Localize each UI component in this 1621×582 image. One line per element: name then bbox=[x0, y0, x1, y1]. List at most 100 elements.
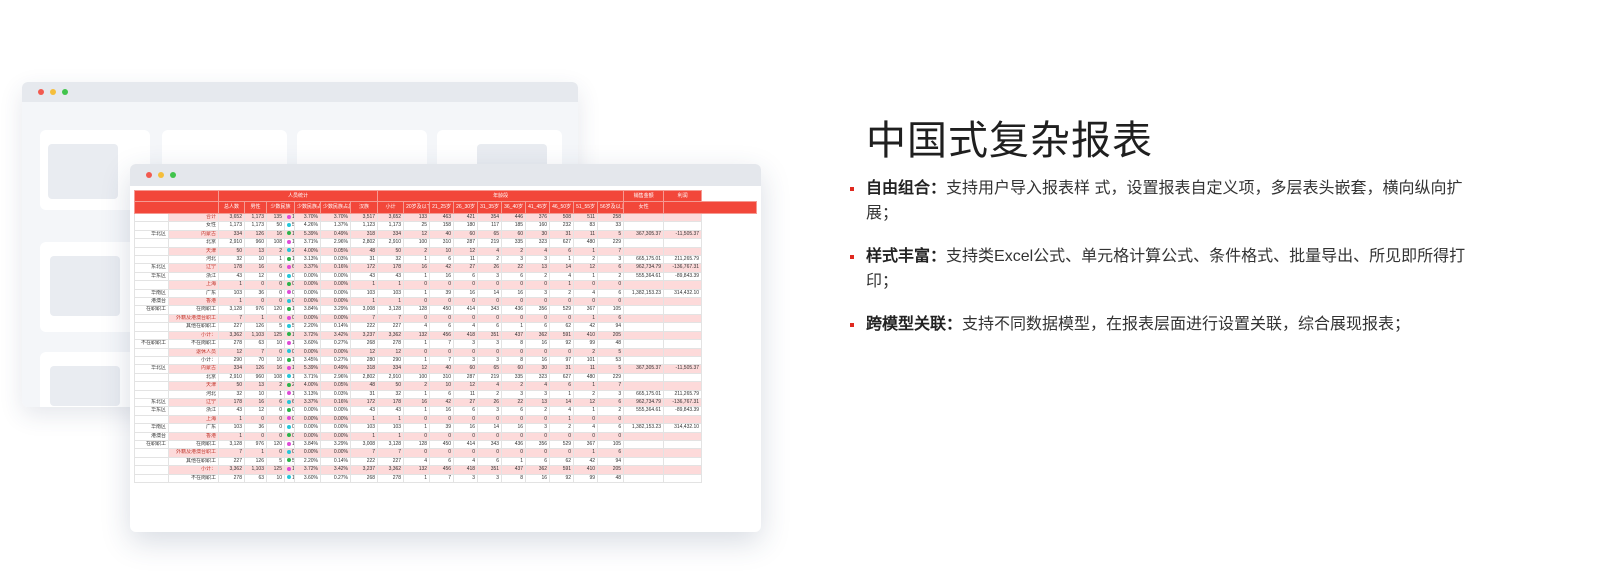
table-cell: -136,767.31 bbox=[663, 397, 703, 408]
column-header: 26_30岁 bbox=[453, 201, 479, 214]
indicator-dot-icon bbox=[287, 365, 291, 370]
indicator-dot-icon bbox=[287, 433, 291, 438]
table-cell: 1 bbox=[284, 389, 295, 399]
table-cell: 0 bbox=[284, 431, 295, 441]
table-cell bbox=[663, 322, 703, 332]
table-cell: 42 bbox=[573, 456, 599, 467]
table-cell: 627 bbox=[549, 372, 575, 383]
table-row: 女性1,1731,17350504.26%1.37%1,1231,1732515… bbox=[134, 221, 757, 231]
table-cell: 3 bbox=[453, 473, 479, 484]
row-label-cell: 广东 bbox=[168, 423, 219, 433]
indicator-dot-icon bbox=[287, 424, 291, 429]
table-cell: 367 bbox=[573, 439, 599, 450]
table-cell: 278 bbox=[377, 473, 405, 484]
table-cell: 0.49% bbox=[320, 229, 351, 240]
table-cell: 287 bbox=[453, 372, 479, 383]
feature-list: 自由组合：支持用户导入报表样 式，设置报表自定义项，多层表头嵌套，横向纵向扩展；… bbox=[850, 176, 1490, 355]
table-cell: 205 bbox=[597, 465, 625, 475]
table-cell: 450 bbox=[429, 439, 455, 450]
table-cell: 1.37% bbox=[320, 221, 351, 231]
table-row: 外籍及港澳台职工71000.00%0.00%77000000016 bbox=[134, 313, 757, 324]
row-label-cell: 外籍及港澳台职工 bbox=[168, 313, 219, 324]
table-cell: 1 bbox=[349, 280, 379, 290]
table-cell: 13 bbox=[525, 397, 551, 408]
region-cell bbox=[134, 465, 169, 475]
table-cell: 50 bbox=[284, 221, 295, 231]
table-cell: 976 bbox=[244, 305, 267, 315]
table-cell: 0.00% bbox=[320, 297, 351, 307]
table-row: 华南区广东10336000.00%0.00%103103139161416324… bbox=[134, 288, 757, 299]
table-cell: 5 bbox=[597, 347, 625, 357]
table-cell: 6 bbox=[266, 263, 285, 273]
table-cell: 0 bbox=[266, 423, 285, 433]
table-cell bbox=[663, 305, 703, 315]
table-cell: 2 bbox=[573, 389, 599, 399]
table-cell: 0.00% bbox=[294, 423, 321, 433]
column-header: 31_35岁 bbox=[477, 201, 503, 214]
table-cell: 50 bbox=[218, 381, 245, 391]
placeholder-card bbox=[40, 352, 140, 407]
table-cell bbox=[623, 212, 665, 223]
table-cell: 178 bbox=[218, 263, 245, 273]
row-label-cell: 上海 bbox=[168, 414, 219, 425]
header-sales: 销售金额 bbox=[623, 190, 665, 202]
bullet-icon bbox=[850, 323, 854, 327]
placeholder-image-icon bbox=[48, 144, 118, 199]
indicator-dot-icon bbox=[287, 441, 291, 446]
table-cell: 7 bbox=[349, 448, 379, 458]
table-cell: 3 bbox=[477, 355, 503, 366]
table-cell: 7 bbox=[349, 313, 379, 324]
indicator-dot-icon bbox=[287, 391, 291, 396]
bullet-icon bbox=[850, 255, 854, 259]
table-cell: 362 bbox=[525, 465, 551, 475]
report-scroll-area[interactable]: 人员统计 年龄段 销售金额 利润 总人数 男性 少数民族 少数民族占总人数比 少… bbox=[134, 190, 757, 532]
table-cell: 12 bbox=[403, 229, 431, 240]
table-cell: 0 bbox=[549, 431, 575, 441]
region-cell: 东北区 bbox=[134, 263, 169, 273]
table-cell: 1 bbox=[549, 280, 575, 290]
table-cell: 2 bbox=[573, 255, 599, 265]
table-cell bbox=[663, 339, 703, 349]
table-cell: 14 bbox=[549, 397, 575, 408]
table-cell: 1 bbox=[573, 381, 599, 391]
table-cell: 11 bbox=[453, 255, 479, 265]
table-cell: 42 bbox=[429, 397, 455, 408]
table-row: 北京2,9109601081083.71%2.96%2,8022,9101003… bbox=[134, 372, 757, 383]
table-cell: 5 bbox=[284, 322, 295, 332]
table-cell: 0 bbox=[597, 431, 625, 441]
table-cell: 5 bbox=[597, 364, 625, 374]
table-cell: 0 bbox=[477, 313, 503, 324]
region-cell bbox=[134, 381, 169, 391]
table-cell: 2 bbox=[477, 255, 503, 265]
table-cell: 446 bbox=[501, 212, 527, 223]
row-label-cell: 小计： bbox=[168, 355, 219, 366]
table-cell: 436 bbox=[501, 439, 527, 450]
table-cell: 2.96% bbox=[320, 238, 351, 248]
table-cell: 0 bbox=[477, 347, 503, 357]
table-cell: 511 bbox=[573, 212, 599, 223]
table-cell: 0 bbox=[429, 347, 455, 357]
table-cell: 0 bbox=[453, 448, 479, 458]
table-cell: 0 bbox=[429, 431, 455, 441]
column-header: 汉族 bbox=[349, 201, 379, 214]
table-cell: 0 bbox=[525, 448, 551, 458]
table-cell: 456 bbox=[429, 330, 455, 341]
table-cell bbox=[663, 246, 703, 257]
table-cell: 10 bbox=[284, 355, 295, 366]
table-cell bbox=[663, 238, 703, 248]
table-row: 港澳台香港10000.00%0.00%11000000000 bbox=[134, 431, 757, 441]
table-cell: 83 bbox=[573, 221, 599, 231]
table-cell: 555,364.61 bbox=[623, 406, 665, 416]
table-cell: 0 bbox=[597, 280, 625, 290]
table-cell: 4 bbox=[525, 381, 551, 391]
table-cell: 3 bbox=[525, 423, 551, 433]
table-cell: 1,103 bbox=[244, 465, 267, 475]
table-cell bbox=[663, 372, 703, 383]
table-cell: 3 bbox=[501, 255, 527, 265]
table-row: 在职职工在岗职工3,1289761201203.84%3.29%3,0083,1… bbox=[134, 439, 757, 450]
table-cell: 43 bbox=[218, 271, 245, 282]
table-cell: 1,173 bbox=[244, 221, 267, 231]
complex-report-table: 人员统计 年龄段 销售金额 利润 总人数 男性 少数民族 少数民族占总人数比 少… bbox=[134, 190, 757, 484]
table-cell: 0 bbox=[284, 297, 295, 307]
table-cell: 362 bbox=[525, 330, 551, 341]
